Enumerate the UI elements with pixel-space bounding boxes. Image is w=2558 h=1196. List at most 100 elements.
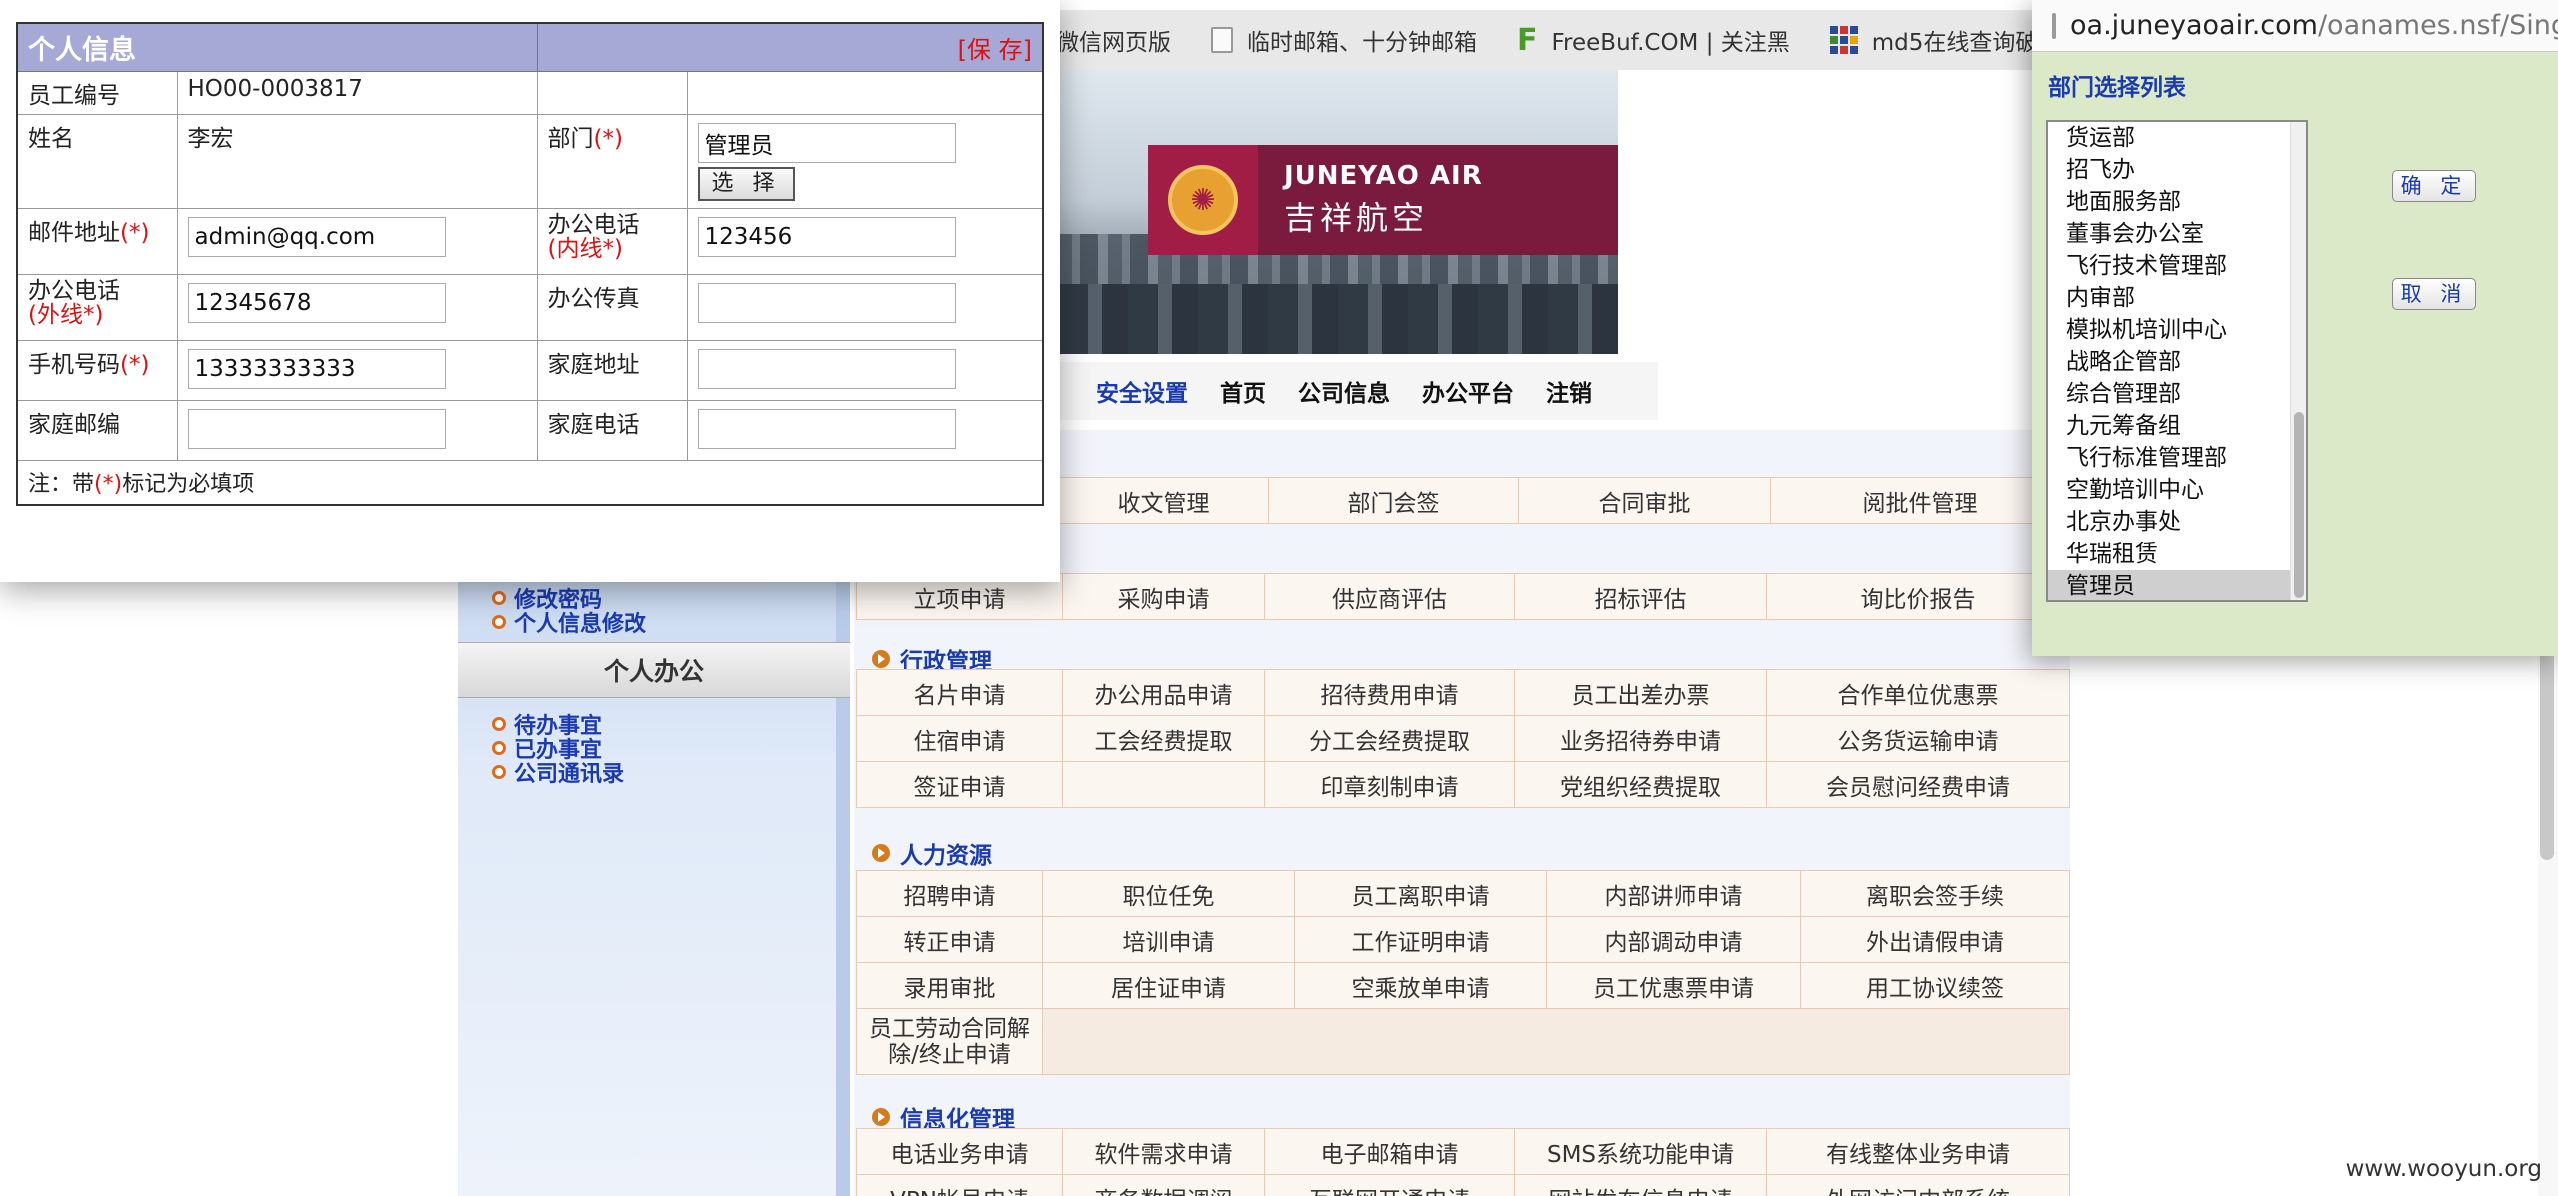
arrow-circle-icon: [872, 650, 890, 668]
grid-cell[interactable]: 收文管理: [1058, 477, 1269, 524]
grid-cell[interactable]: 电子邮箱申请: [1264, 1128, 1515, 1175]
listbox-scrollbar-thumb[interactable]: [2294, 412, 2304, 598]
grid-cell[interactable]: 合同审批: [1518, 477, 1771, 524]
grid-cell[interactable]: 签证申请: [856, 761, 1063, 808]
grid-cell[interactable]: 软件需求申请: [1062, 1128, 1265, 1175]
grid-cell[interactable]: 空乘放单申请: [1294, 962, 1547, 1009]
dept-option[interactable]: 招飞办: [2048, 154, 2306, 186]
grid-cell[interactable]: 业务招待券申请: [1514, 715, 1767, 762]
employee-id-value: HO00-0003817: [176, 71, 538, 115]
grid-cell[interactable]: 员工劳动合同解除/终止申请: [856, 1008, 1043, 1075]
nav-home[interactable]: 首页: [1220, 374, 1266, 408]
bookmark-item[interactable]: F FreeBuf.COM | 关注黑: [1517, 23, 1790, 58]
grid-cell[interactable]: 工会经费提取: [1062, 715, 1265, 762]
select-dept-button[interactable]: 选 择: [697, 167, 795, 201]
grid-cell[interactable]: 员工离职申请: [1294, 870, 1547, 917]
grid-cell[interactable]: 离职会签手续: [1800, 870, 2070, 917]
confirm-button[interactable]: 确 定: [2392, 170, 2476, 202]
home-address-field[interactable]: [697, 349, 956, 389]
grid-cell[interactable]: 员工出差办票: [1514, 669, 1767, 716]
grid-cell[interactable]: 内部讲师申请: [1546, 870, 1801, 917]
dept-option[interactable]: 管理员: [2048, 570, 2306, 600]
dept-option[interactable]: 飞行技术管理部: [2048, 250, 2306, 282]
page-scrollbar-thumb[interactable]: [2540, 640, 2554, 860]
grid-cell[interactable]: 录用审批: [856, 962, 1043, 1009]
dept-option[interactable]: 空勤培训中心: [2048, 474, 2306, 506]
grid-cell[interactable]: 电话业务申请: [856, 1128, 1063, 1175]
grid-cell[interactable]: 询比价报告: [1766, 573, 2070, 620]
grid-cell[interactable]: 工作证明申请: [1294, 916, 1547, 963]
grid-cell[interactable]: 党组织经费提取: [1514, 761, 1767, 808]
grid-cell[interactable]: 居住证申请: [1042, 962, 1295, 1009]
grid-cell[interactable]: 互联网开通申请: [1264, 1174, 1515, 1196]
grid-admin: 名片申请 办公用品申请 招待费用申请 员工出差办票 合作单位优惠票 住宿申请 工…: [856, 669, 2070, 808]
address-bar[interactable]: oa.juneyaoair.com/oanames.nsf/Sing: [2032, 0, 2558, 52]
grid-cell[interactable]: 办公用品申请: [1062, 669, 1265, 716]
grid-cell[interactable]: 印章刻制申请: [1264, 761, 1515, 808]
grid-cell[interactable]: 内部调动申请: [1546, 916, 1801, 963]
mobile-field[interactable]: [187, 349, 446, 389]
dept-listbox[interactable]: 货运部 招飞办 地面服务部 董事会办公室 飞行技术管理部 内审部 模拟机培训中心 战略企管部综…: [2046, 120, 2308, 602]
grid-cell[interactable]: 招标评估: [1514, 573, 1767, 620]
grid-cell[interactable]: 合作单位优惠票: [1766, 669, 2070, 716]
grid-cell[interactable]: 分工会经费提取: [1264, 715, 1515, 762]
grid-cell[interactable]: 招聘申请: [856, 870, 1043, 917]
name-value: 李宏: [176, 114, 538, 209]
grid-cell[interactable]: 公务货运输申请: [1766, 715, 2070, 762]
fax-field[interactable]: [697, 283, 956, 323]
home-phone-field[interactable]: [697, 409, 956, 449]
dept-option[interactable]: 北京办事处: [2048, 506, 2306, 538]
dept-option[interactable]: 九元筹备组: [2048, 410, 2306, 442]
grid-cell[interactable]: 有线整体业务申请: [1766, 1128, 2070, 1175]
grid-cell[interactable]: 招待费用申请: [1264, 669, 1515, 716]
grid-cell[interactable]: 员工优惠票申请: [1546, 962, 1801, 1009]
required-mark: (*): [120, 220, 150, 246]
grid-cell[interactable]: 商务数据调阅: [1062, 1174, 1265, 1196]
sidebar-link-edit-profile[interactable]: 个人信息修改: [492, 610, 646, 637]
home-zip-field[interactable]: [187, 409, 446, 449]
office-phone-in-field[interactable]: [697, 217, 956, 257]
email-field[interactable]: [187, 217, 446, 257]
required-note: 注：带(*)标记为必填项: [16, 460, 1044, 505]
grid-cell[interactable]: 职位任免: [1042, 870, 1295, 917]
bookmark-item[interactable]: 临时邮箱、十分钟邮箱: [1211, 23, 1477, 57]
grid-cell[interactable]: 阅批件管理: [1770, 477, 2070, 524]
grid-cell[interactable]: SMS系统功能申请: [1514, 1128, 1767, 1175]
grid-cell[interactable]: 会员慰问经费申请: [1766, 761, 2070, 808]
employee-id-label: 员工编号: [16, 71, 178, 115]
grid-cell[interactable]: 名片申请: [856, 669, 1063, 716]
save-button[interactable]: [保 存]: [958, 30, 1032, 65]
grid-cell[interactable]: 转正申请: [856, 916, 1043, 963]
dept-option[interactable]: 飞行标准管理部: [2048, 442, 2306, 474]
sidebar-header-personal-office[interactable]: 个人办公: [458, 642, 850, 698]
grid-cell[interactable]: 网站发布信息申请: [1514, 1174, 1767, 1196]
cancel-button[interactable]: 取 消: [2392, 278, 2476, 310]
office-phone-out-field[interactable]: [187, 283, 446, 323]
nav-logout[interactable]: 注销: [1546, 374, 1592, 408]
dept-option[interactable]: 货运部: [2048, 122, 2306, 154]
grid-cell[interactable]: 部门会签: [1268, 477, 1519, 524]
dept-option[interactable]: 地面服务部: [2048, 186, 2306, 218]
dept-input[interactable]: [697, 123, 956, 163]
nav-security-settings[interactable]: 安全设置: [1096, 374, 1188, 408]
grid-cell[interactable]: 供应商评估: [1264, 573, 1515, 620]
sidebar-link-directory[interactable]: 公司通讯录: [492, 760, 624, 787]
nav-office-platform[interactable]: 办公平台: [1422, 374, 1514, 408]
grid-cell[interactable]: 用工协议续签: [1800, 962, 2070, 1009]
home-address-label: 家庭地址: [536, 340, 688, 401]
grid-cell[interactable]: 培训申请: [1042, 916, 1295, 963]
grid-cell[interactable]: 外网访问内部系统: [1766, 1174, 2070, 1196]
dept-option[interactable]: 华瑞租赁: [2048, 538, 2306, 570]
grid-cell[interactable]: 采购申请: [1062, 573, 1265, 620]
dept-option[interactable]: 模拟机培训中心: [2048, 314, 2306, 346]
dept-option[interactable]: 内审部: [2048, 282, 2306, 314]
grid-cell[interactable]: 外出请假申请: [1800, 916, 2070, 963]
dept-option[interactable]: 董事会办公室: [2048, 218, 2306, 250]
grid-cell[interactable]: 住宿申请: [856, 715, 1063, 762]
dept-select-window: oa.juneyaoair.com/oanames.nsf/Sing 部门选择列…: [2032, 0, 2558, 656]
nav-company-info[interactable]: 公司信息: [1298, 374, 1390, 408]
dept-option[interactable]: 综合管理部: [2048, 378, 2306, 410]
dept-option[interactable]: 战略企管部: [2048, 346, 2306, 378]
bullet-icon: [492, 765, 506, 779]
grid-cell[interactable]: VPN帐号申请: [856, 1174, 1063, 1196]
